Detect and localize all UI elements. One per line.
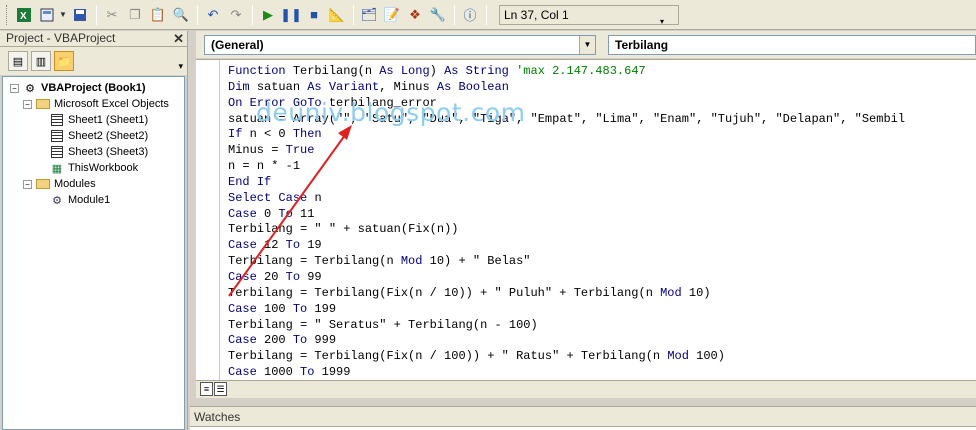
cut-icon[interactable]: ✂ bbox=[101, 4, 123, 26]
code-line[interactable]: Case 1000 To 1999 bbox=[228, 365, 905, 380]
code-line[interactable]: Minus = True bbox=[228, 143, 905, 159]
code-line[interactable]: Terbilang = Terbilang(n Mod 10) + " Bela… bbox=[228, 254, 905, 270]
code-line[interactable]: If n < 0 Then bbox=[228, 127, 905, 143]
close-icon[interactable]: ✕ bbox=[173, 31, 184, 46]
tree-item-module1[interactable]: ⚙ Module1 bbox=[3, 192, 184, 208]
code-line[interactable]: Case 0 To 11 bbox=[228, 207, 905, 223]
code-line[interactable]: Terbilang = Terbilang(Fix(n / 10)) + " P… bbox=[228, 286, 905, 302]
run-icon[interactable]: ▶ bbox=[257, 4, 279, 26]
project-explorer-icon[interactable]: 🗂 bbox=[358, 4, 380, 26]
paste-icon[interactable]: 📋 bbox=[147, 4, 169, 26]
design-mode-icon[interactable]: 📐 bbox=[326, 4, 348, 26]
code-line[interactable]: n = n * -1 bbox=[228, 159, 905, 175]
view-object-icon[interactable]: ▥ bbox=[31, 51, 51, 71]
vbaproject-icon: ⚙ bbox=[25, 82, 35, 95]
code-window-header: (General) ▼ Terbilang bbox=[196, 31, 976, 58]
redo-icon[interactable]: ↷ bbox=[225, 4, 247, 26]
code-line[interactable]: Select Case n bbox=[228, 191, 905, 207]
undo-icon[interactable]: ↶ bbox=[202, 4, 224, 26]
tree-item-thisworkbook[interactable]: ▦ ThisWorkbook bbox=[3, 160, 184, 176]
tree-item-excel-objects[interactable]: − Microsoft Excel Objects bbox=[3, 96, 184, 112]
watches-columns bbox=[190, 426, 976, 430]
code-line[interactable]: Case 200 To 999 bbox=[228, 333, 905, 349]
reset-icon[interactable]: ■ bbox=[303, 4, 325, 26]
insert-module-icon[interactable] bbox=[36, 4, 58, 26]
toolbox-icon[interactable]: 🔧 bbox=[427, 4, 449, 26]
view-code-icon[interactable]: ▤ bbox=[8, 51, 28, 71]
tree-item-label: Microsoft Excel Objects bbox=[54, 98, 169, 110]
code-line[interactable]: Case 100 To 199 bbox=[228, 302, 905, 318]
toolbar-separator bbox=[96, 4, 97, 25]
code-line[interactable]: Case 12 To 19 bbox=[228, 238, 905, 254]
help-icon[interactable]: ⓘ bbox=[459, 4, 481, 26]
tree-item-sheet3[interactable]: Sheet3 (Sheet3) bbox=[3, 144, 184, 160]
chevron-down-icon[interactable]: ▼ bbox=[59, 10, 67, 19]
code-line[interactable]: Case 20 To 99 bbox=[228, 270, 905, 286]
code-line[interactable]: Terbilang = Terbilang(Fix(n / 100)) + " … bbox=[228, 349, 905, 365]
worksheet-icon bbox=[49, 145, 65, 159]
save-icon[interactable] bbox=[69, 4, 91, 26]
tree-item-label: VBAProject (Book1) bbox=[41, 82, 146, 94]
tree-item-label: Sheet2 (Sheet2) bbox=[68, 130, 149, 142]
watermark-text: deuniv.blogspot.com bbox=[256, 98, 526, 127]
toolbar-separator bbox=[353, 4, 354, 25]
tree-item-label: Module1 bbox=[68, 194, 111, 206]
collapse-icon[interactable]: − bbox=[23, 99, 32, 109]
tree-item-sheet1[interactable]: Sheet1 (Sheet1) bbox=[3, 112, 184, 128]
tree-item-label: Modules bbox=[54, 178, 96, 190]
excel-icon[interactable]: X bbox=[13, 4, 35, 26]
object-combo-value: (General) bbox=[211, 38, 264, 52]
project-title-text: Project - VBAProject bbox=[6, 31, 116, 45]
tree-item-label: Sheet1 (Sheet1) bbox=[68, 114, 149, 126]
toolbar-separator bbox=[252, 4, 253, 25]
toolbar-grip[interactable] bbox=[6, 4, 9, 25]
tree-item-label: ThisWorkbook bbox=[68, 162, 139, 174]
collapse-icon[interactable]: − bbox=[10, 83, 19, 93]
procedure-combo-value: Terbilang bbox=[615, 38, 669, 52]
object-browser-icon[interactable]: ❖ bbox=[404, 4, 426, 26]
copy-icon[interactable]: ❐ bbox=[124, 4, 146, 26]
procedure-combo[interactable]: Terbilang bbox=[608, 35, 976, 55]
tree-item-modules[interactable]: − Modules bbox=[3, 176, 184, 192]
toolbar-separator bbox=[486, 4, 487, 25]
worksheet-icon bbox=[49, 129, 65, 143]
module-icon: ⚙ bbox=[52, 194, 62, 207]
chevron-down-icon[interactable]: ▼ bbox=[579, 36, 595, 54]
code-margin[interactable] bbox=[196, 60, 220, 380]
toolbar-options-icon[interactable]: ▾ bbox=[660, 4, 670, 26]
tree-item-root[interactable]: − ⚙ VBAProject (Book1) bbox=[3, 80, 184, 96]
cursor-position-status: Ln 37, Col 1 bbox=[499, 4, 679, 25]
full-module-view-icon[interactable]: ☰ bbox=[214, 382, 227, 396]
code-line[interactable]: Terbilang = " " + satuan(Fix(n)) bbox=[228, 222, 905, 238]
code-line[interactable]: Dim satuan As Variant, Minus As Boolean bbox=[228, 80, 905, 96]
toolbar-separator bbox=[454, 4, 455, 25]
standard-toolbar: X ▼ ✂ ❐ 📋 🔍 ↶ ↷ ▶ ❚❚ ■ 📐 🗂 📝 ❖ 🔧 ⓘ Ln 37… bbox=[0, 0, 976, 30]
code-line[interactable]: Terbilang = " Seratus" + Terbilang(n - 1… bbox=[228, 318, 905, 334]
svg-text:X: X bbox=[20, 11, 27, 22]
code-line[interactable]: Function Terbilang(n As Long) As String … bbox=[228, 64, 905, 80]
toggle-folders-icon[interactable]: 📁 bbox=[54, 51, 74, 71]
folder-icon bbox=[35, 97, 51, 111]
tree-item-label: Sheet3 (Sheet3) bbox=[68, 146, 149, 158]
toolbar-separator bbox=[197, 4, 198, 25]
project-tree: − ⚙ VBAProject (Book1) − Microsoft Excel… bbox=[2, 76, 185, 430]
procedure-view-icon[interactable]: ≡ bbox=[200, 382, 213, 396]
break-icon[interactable]: ❚❚ bbox=[280, 4, 302, 26]
project-panel-title: Project - VBAProject ✕ bbox=[0, 31, 187, 47]
worksheet-icon bbox=[49, 113, 65, 127]
folder-icon bbox=[35, 177, 51, 191]
object-combo[interactable]: (General) ▼ bbox=[204, 35, 596, 55]
chevron-down-icon[interactable]: ▾ bbox=[178, 61, 183, 72]
project-toolbar: ▤ ▥ 📁 ▾ bbox=[0, 47, 187, 75]
watches-title: Watches bbox=[194, 410, 241, 424]
code-line[interactable]: End If bbox=[228, 175, 905, 191]
code-bottom-bar: ≡ ☰ bbox=[196, 380, 976, 398]
workbook-icon: ▦ bbox=[51, 162, 63, 175]
find-icon[interactable]: 🔍 bbox=[170, 4, 192, 26]
tree-item-sheet2[interactable]: Sheet2 (Sheet2) bbox=[3, 128, 184, 144]
collapse-icon[interactable]: − bbox=[23, 179, 32, 189]
pane-splitter[interactable] bbox=[187, 31, 196, 430]
properties-icon[interactable]: 📝 bbox=[381, 4, 403, 26]
